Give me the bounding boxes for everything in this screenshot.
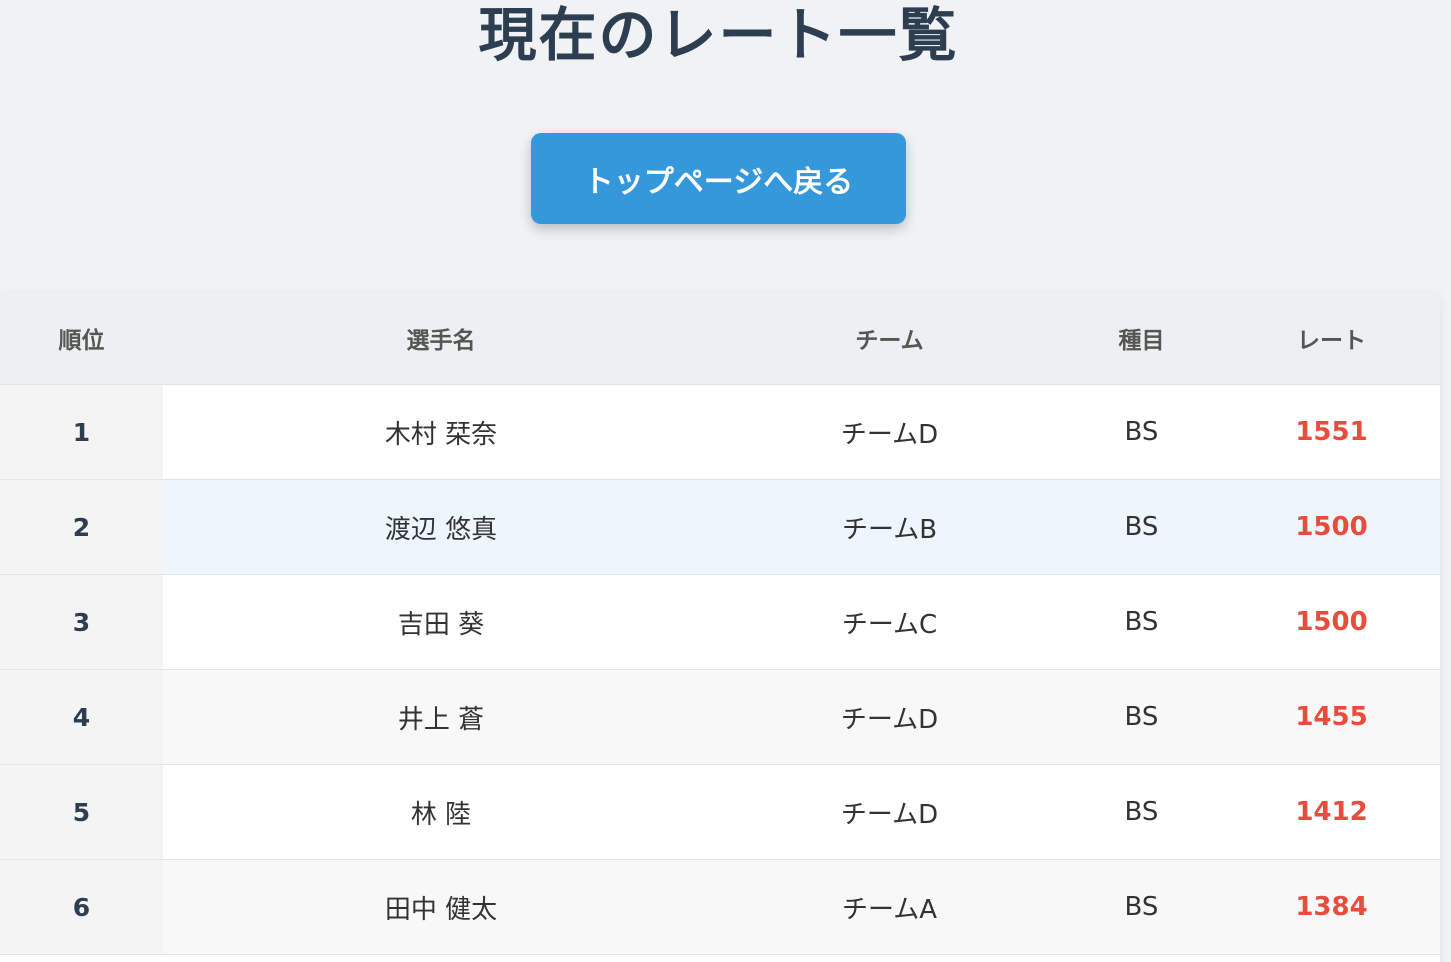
table-row[interactable]: 4 井上 蒼 チームD BS 1455 <box>0 669 1440 765</box>
back-to-top-button[interactable]: トップページへ戻る <box>531 133 906 224</box>
team-cell: チームA <box>719 859 1060 955</box>
rate-cell: 1500 <box>1223 574 1440 670</box>
rank-cell: 3 <box>0 574 163 670</box>
rate-cell: 1455 <box>1223 669 1440 765</box>
rank-cell: 1 <box>0 384 163 480</box>
event-cell: BS <box>1060 859 1223 955</box>
table-row[interactable]: 3 吉田 葵 チームC BS 1500 <box>0 574 1440 670</box>
table-body: 1 木村 栞奈 チームD BS 1551 2 渡辺 悠真 チームB BS 150… <box>0 384 1440 955</box>
team-cell: チームD <box>719 764 1060 860</box>
rating-table-container: 順位 選手名 チーム 種目 レート 1 木村 栞奈 チームD BS 1551 2 <box>0 292 1440 962</box>
rank-cell: 4 <box>0 669 163 765</box>
header-event[interactable]: 種目 <box>1060 292 1223 385</box>
header-name[interactable]: 選手名 <box>163 292 719 385</box>
event-cell: BS <box>1060 669 1223 765</box>
rate-cell: 1500 <box>1223 479 1440 575</box>
header-rate[interactable]: レート <box>1223 292 1440 385</box>
event-cell: BS <box>1060 764 1223 860</box>
player-name-cell: 木村 栞奈 <box>163 384 719 480</box>
rate-cell: 1384 <box>1223 859 1440 955</box>
rate-cell: 1412 <box>1223 764 1440 860</box>
table-row[interactable]: 1 木村 栞奈 チームD BS 1551 <box>0 384 1440 480</box>
player-name-cell: 林 陸 <box>163 764 719 860</box>
player-name-cell: 田中 健太 <box>163 859 719 955</box>
player-name-cell: 井上 蒼 <box>163 669 719 765</box>
rank-cell: 2 <box>0 479 163 575</box>
team-cell: チームC <box>719 574 1060 670</box>
event-cell: BS <box>1060 574 1223 670</box>
table-header: 順位 選手名 チーム 種目 レート <box>0 292 1440 385</box>
team-cell: チームD <box>719 669 1060 765</box>
player-name-cell: 渡辺 悠真 <box>163 479 719 575</box>
player-name-cell: 吉田 葵 <box>163 574 719 670</box>
rate-cell: 1551 <box>1223 384 1440 480</box>
table-row[interactable]: 5 林 陸 チームD BS 1412 <box>0 764 1440 860</box>
rating-list-page: 現在のレート一覧 トップページへ戻る 順位 選手名 チーム 種目 レート 1 木… <box>0 0 1451 962</box>
header-rank[interactable]: 順位 <box>0 292 163 385</box>
rank-cell: 6 <box>0 859 163 955</box>
table-header-row: 順位 選手名 チーム 種目 レート <box>0 292 1440 385</box>
event-cell: BS <box>1060 479 1223 575</box>
team-cell: チームD <box>719 384 1060 480</box>
event-cell: BS <box>1060 384 1223 480</box>
rank-cell: 5 <box>0 764 163 860</box>
table-row[interactable]: 6 田中 健太 チームA BS 1384 <box>0 859 1440 955</box>
team-cell: チームB <box>719 479 1060 575</box>
page-title: 現在のレート一覧 <box>478 1 959 69</box>
table-row[interactable]: 2 渡辺 悠真 チームB BS 1500 <box>0 479 1440 575</box>
header-team[interactable]: チーム <box>719 292 1060 385</box>
rating-table: 順位 選手名 チーム 種目 レート 1 木村 栞奈 チームD BS 1551 2 <box>0 292 1440 955</box>
